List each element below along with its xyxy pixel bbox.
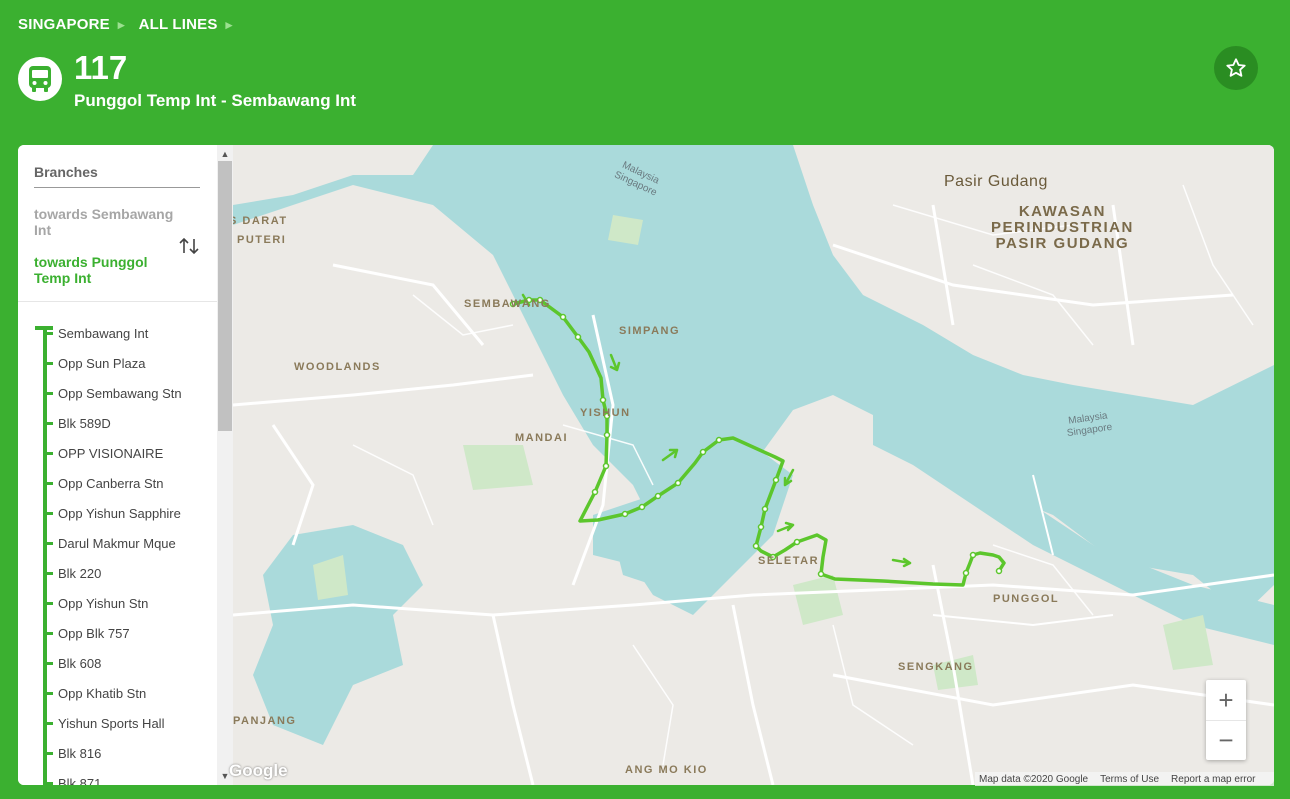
stop-marker	[43, 452, 53, 455]
stop-item[interactable]: Blk 816	[18, 738, 234, 768]
divider	[18, 301, 234, 302]
star-outline-icon	[1226, 58, 1246, 77]
stop-name: Opp Yishun Sapphire	[58, 505, 181, 521]
line-name: Punggol Temp Int - Sembawang Int	[74, 91, 357, 110]
stop-item[interactable]: Blk 608	[18, 648, 234, 678]
stop-marker	[43, 572, 53, 575]
stop-item[interactable]: Yishun Sports Hall	[18, 708, 234, 738]
stop-item[interactable]: Blk 871	[18, 768, 234, 785]
stop-marker	[43, 512, 53, 515]
stop-marker	[43, 392, 53, 395]
stop-marker	[43, 332, 53, 335]
map-label-ang-mo-kio: ANG MO KIO	[625, 764, 708, 776]
map-label-sembawang: SEMBAWANG	[464, 298, 551, 310]
stop-marker	[43, 632, 53, 635]
stop-marker	[43, 692, 53, 695]
stop-marker	[43, 422, 53, 425]
map-label-sengkang: SENGKANG	[898, 661, 974, 673]
zoom-out-button[interactable]: −	[1206, 720, 1246, 760]
stop-item[interactable]: Opp Yishun Stn	[18, 588, 234, 618]
map-attribution: Map data ©2020 Google Terms of Use Repor…	[975, 772, 1274, 786]
stop-item[interactable]: Opp Khatib Stn	[18, 678, 234, 708]
stop-name: Blk 871	[58, 775, 102, 786]
stop-name: OPP VISIONAIRE	[58, 445, 164, 461]
route-map[interactable]: SEMBAWANG SIMPANG WOODLANDS YISHUN MANDA…	[233, 145, 1274, 785]
branch-towards-sembawang[interactable]: towards Sembawang Int	[34, 206, 174, 238]
breadcrumb: SINGAPORE ▸ ALL LINES ▸	[18, 16, 238, 33]
sidebar-scrollbar[interactable]: ▲ ▼	[217, 145, 233, 785]
stop-name: Yishun Sports Hall	[58, 715, 165, 731]
map-label-darat: S DARAT	[233, 215, 288, 227]
divider	[34, 187, 200, 188]
scroll-thumb[interactable]	[218, 161, 232, 431]
branch-towards-punggol[interactable]: towards Punggol Temp Int	[34, 254, 174, 286]
stop-name: Sembawang Int	[58, 325, 149, 341]
map-label-pasir-gudang: Pasir Gudang	[944, 173, 1048, 190]
map-label-woodlands: WOODLANDS	[294, 361, 381, 373]
breadcrumb-all-lines[interactable]: ALL LINES	[139, 16, 218, 33]
map-label-punggol: PUNGGOL	[993, 593, 1060, 605]
map-label-line: PERINDUSTRIAN	[991, 219, 1134, 236]
map-label-mandai: MANDAI	[515, 432, 568, 444]
stop-item[interactable]: Blk 220	[18, 558, 234, 588]
line-number: 117	[74, 49, 128, 86]
stop-name: Blk 608	[58, 655, 102, 671]
map-label-panjang: PANJANG	[233, 715, 297, 727]
stop-marker	[43, 542, 53, 545]
bus-icon	[18, 57, 62, 101]
chevron-right-icon: ▸	[117, 16, 125, 32]
stop-marker	[43, 752, 53, 755]
stop-item[interactable]: OPP VISIONAIRE	[18, 438, 234, 468]
stops-sidebar: Branches towards Sembawang Int towards P…	[18, 145, 234, 785]
stop-marker	[43, 602, 53, 605]
stops-list: Sembawang Int Opp Sun Plaza Opp Sembawan…	[18, 318, 234, 785]
map-label-kawasan: KAWASAN PERINDUSTRIAN PASIR GUDANG	[991, 204, 1134, 252]
stop-name: Opp Khatib Stn	[58, 685, 147, 701]
stop-name: Opp Yishun Stn	[58, 595, 149, 611]
map-label-yishun: YISHUN	[580, 407, 631, 419]
map-zoom-control: + −	[1206, 680, 1246, 760]
map-label-simpang: SIMPANG	[619, 325, 681, 337]
stop-item[interactable]: Blk 589D	[18, 408, 234, 438]
stop-item[interactable]: Sembawang Int	[18, 318, 234, 348]
stop-item[interactable]: Darul Makmur Mque	[18, 528, 234, 558]
google-logo: Google	[229, 761, 288, 780]
stop-name: Darul Makmur Mque	[58, 535, 176, 551]
stop-item[interactable]: Opp Canberra Stn	[18, 468, 234, 498]
stop-name: Blk 816	[58, 745, 102, 761]
content-panel: Branches towards Sembawang Int towards P…	[18, 145, 1274, 785]
stop-marker	[43, 722, 53, 725]
map-label-line: PASIR GUDANG	[995, 235, 1130, 252]
map-label-line: KAWASAN	[1018, 203, 1106, 220]
stop-item[interactable]: Opp Yishun Sapphire	[18, 498, 234, 528]
swap-arrows-icon[interactable]	[178, 235, 200, 257]
terms-link[interactable]: Terms of Use	[1100, 774, 1159, 785]
stop-marker	[43, 362, 53, 365]
stop-marker	[43, 482, 53, 485]
stop-name: Opp Canberra Stn	[58, 475, 164, 491]
map-label-seletar: SELETAR	[758, 555, 820, 567]
map-label-puteri: PUTERI	[237, 234, 287, 246]
stop-name: Opp Sun Plaza	[58, 355, 146, 371]
stop-name: Blk 220	[58, 565, 102, 581]
stop-marker	[43, 662, 53, 665]
map-data-credit: Map data ©2020 Google	[979, 773, 1089, 785]
stop-name: Opp Sembawang Stn	[58, 385, 182, 401]
stop-item[interactable]: Opp Sun Plaza	[18, 348, 234, 378]
stop-name: Blk 589D	[58, 415, 111, 431]
stop-name: Opp Blk 757	[58, 625, 130, 641]
breadcrumb-singapore[interactable]: SINGAPORE	[18, 16, 110, 33]
stop-marker	[43, 782, 53, 785]
branches-title: Branches	[34, 164, 98, 180]
zoom-in-button[interactable]: +	[1206, 680, 1246, 720]
report-error-link[interactable]: Report a map error	[1171, 774, 1255, 785]
stop-item[interactable]: Opp Sembawang Stn	[18, 378, 234, 408]
stop-item[interactable]: Opp Blk 757	[18, 618, 234, 648]
chevron-right-icon: ▸	[225, 16, 233, 32]
scroll-up-icon[interactable]: ▲	[217, 147, 233, 161]
favorite-button[interactable]	[1214, 46, 1258, 90]
